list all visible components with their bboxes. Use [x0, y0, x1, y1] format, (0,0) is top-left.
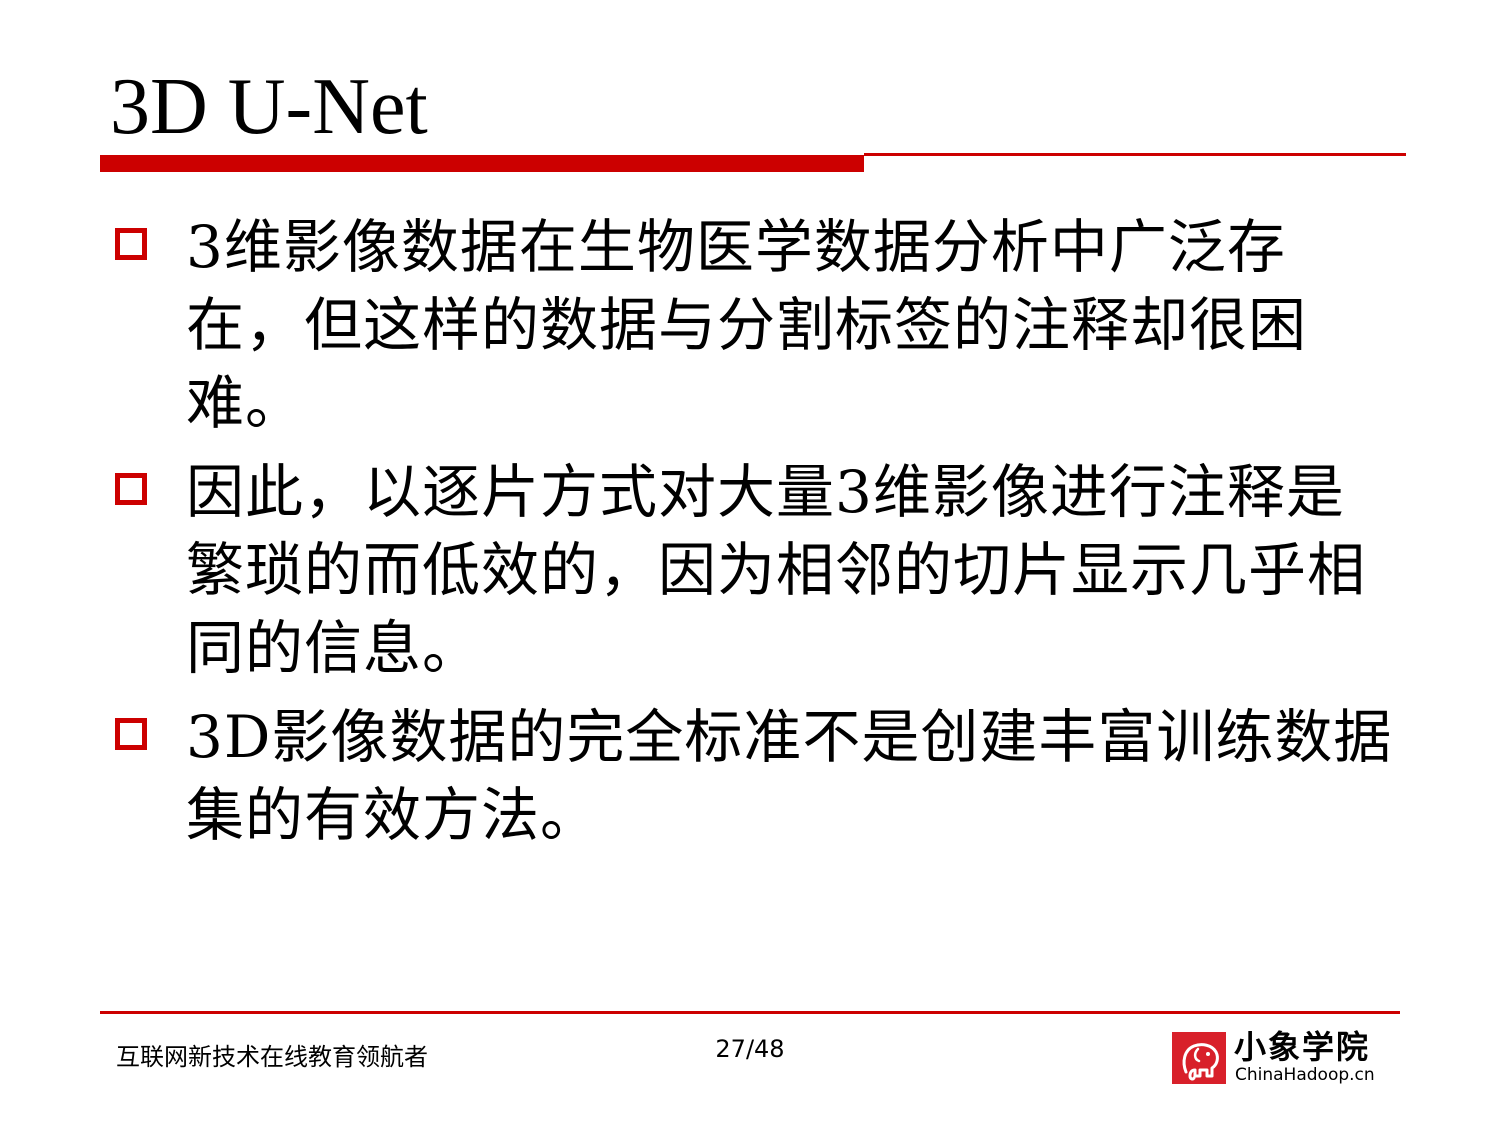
- page-number: 27/48: [715, 1035, 785, 1063]
- slide-title: 3D U-Net: [110, 63, 428, 151]
- title-underline-thick: [100, 155, 864, 172]
- bullet-item: 3D影像数据的完全标准不是创建丰富训练数据集的有效方法。: [110, 698, 1410, 854]
- bullet-text: 因此，以逐片方式对大量3维影像进行注释是繁琐的而低效的，因为相邻的切片显示几乎相…: [186, 458, 1367, 682]
- logo-domain: ChinaHadoop.cn: [1235, 1065, 1375, 1085]
- footer-divider: [100, 1011, 1400, 1014]
- title-underline-thin: [864, 153, 1406, 156]
- bullet-square-icon: [115, 473, 147, 505]
- bullet-square-icon: [115, 228, 147, 260]
- elephant-logo-icon: [1172, 1032, 1226, 1084]
- logo-name: 小象学院: [1234, 1028, 1371, 1066]
- footer-slogan: 互联网新技术在线教育领航者: [116, 1043, 428, 1071]
- bullet-text: 3维影像数据在生物医学数据分析中广泛存在，但这样的数据与分割标签的注释却很困难。: [186, 213, 1308, 437]
- bullet-item: 3维影像数据在生物医学数据分析中广泛存在，但这样的数据与分割标签的注释却很困难。: [110, 208, 1410, 442]
- bullet-item: 因此，以逐片方式对大量3维影像进行注释是繁琐的而低效的，因为相邻的切片显示几乎相…: [110, 453, 1410, 687]
- bullet-square-icon: [115, 718, 147, 750]
- bullet-text: 3D影像数据的完全标准不是创建丰富训练数据集的有效方法。: [186, 703, 1393, 849]
- brand-logo: 小象学院 ChinaHadoop.cn: [1172, 1028, 1392, 1086]
- bullet-list: 3维影像数据在生物医学数据分析中广泛存在，但这样的数据与分割标签的注释却很困难。…: [110, 208, 1410, 854]
